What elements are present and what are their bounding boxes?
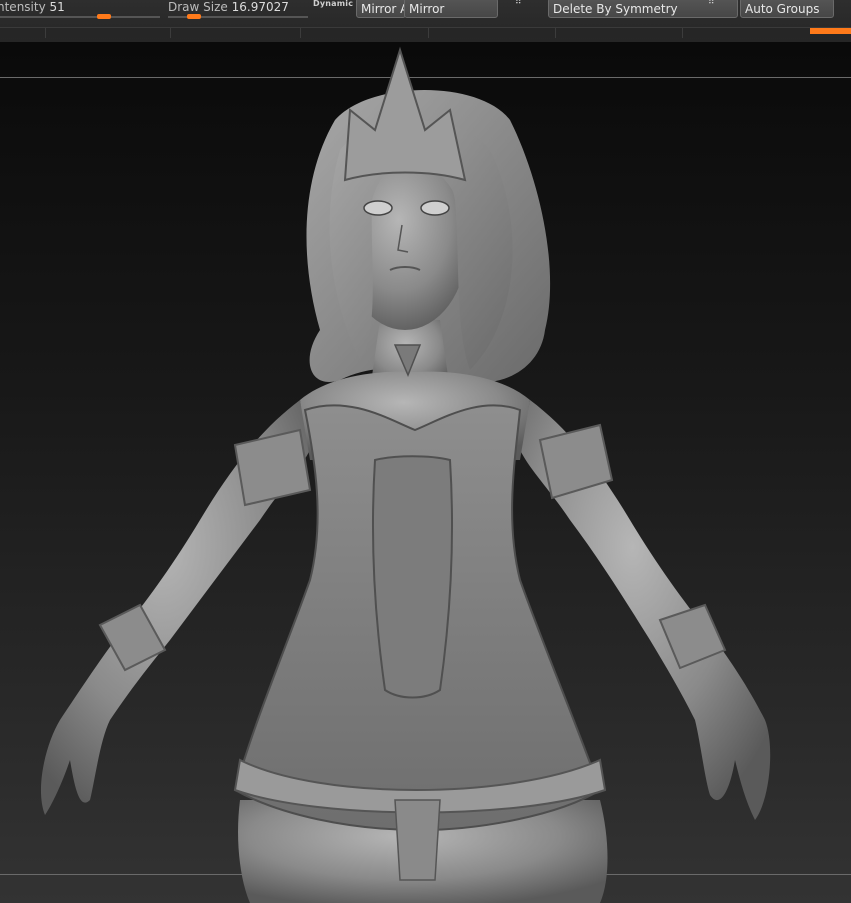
toolbar-divider	[0, 27, 851, 38]
grip-icon: ⠿	[708, 0, 715, 7]
dynamic-toggle[interactable]: Dynamic	[313, 0, 353, 8]
active-indicator	[810, 28, 851, 34]
auto-groups-button[interactable]: Auto Groups	[740, 0, 834, 18]
draw-size-slider-label[interactable]: Draw Size 16.97027	[168, 0, 289, 14]
dress-center-panel	[372, 455, 453, 699]
intensity-value: 51	[49, 0, 65, 14]
draw-size-value: 16.97027	[231, 0, 289, 14]
intensity-slider-knob[interactable]	[97, 14, 111, 19]
sculpted-model[interactable]	[0, 42, 851, 903]
draw-size-slider-knob[interactable]	[187, 14, 201, 19]
canvas-viewport[interactable]	[0, 42, 851, 903]
intensity-slider-track[interactable]	[0, 16, 160, 18]
left-armband-upper	[233, 428, 312, 507]
dress-front-flap	[394, 799, 441, 881]
draw-size-label: Draw Size	[168, 0, 228, 14]
right-eye	[420, 200, 450, 216]
left-eye	[363, 200, 393, 216]
mirror-button[interactable]: Mirror	[404, 0, 498, 18]
intensity-label: ntensity	[0, 0, 46, 14]
zbrush-workspace: ntensity 51 Draw Size 16.97027 Dynamic M…	[0, 0, 851, 903]
grip-icon: ⠿	[515, 0, 522, 7]
top-toolbar: ntensity 51 Draw Size 16.97027 Dynamic M…	[0, 0, 851, 42]
mirror-and-weld-button[interactable]: Mirror A	[356, 0, 406, 18]
intensity-slider-label[interactable]: ntensity 51	[0, 0, 65, 14]
